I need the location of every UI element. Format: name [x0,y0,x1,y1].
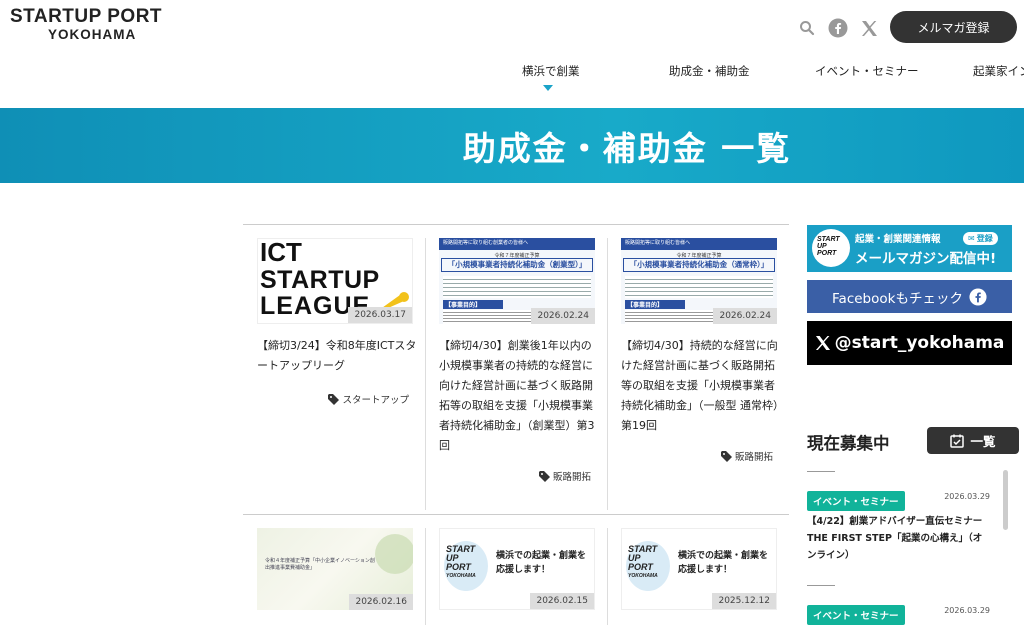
thumb-header: 販路開拓等に取り組む創業者の皆様へ [443,240,529,246]
x-banner-label: @start_yokohama [834,333,1005,353]
logo-line: PORT [817,250,837,257]
thumb-body: 【事業目的】 [443,300,503,309]
mail-icon: ✉ [968,234,975,243]
card-tag-label: スタートアップ [342,395,409,406]
card-title[interactable]: 【締切3/24】令和8年度ICTスタートアップリーグ [257,336,417,376]
card-title[interactable]: 【締切4/30】創業後1年以内の小規模事業者の持続的な経営に向けた経営計画に基づ… [439,336,599,456]
event-date: 2026.03.29 [944,492,990,501]
x-banner[interactable]: @start_yokohama [807,321,1012,365]
tag-icon [720,450,732,462]
main-nav: 横浜で創業 助成金・補助金 イベント・セミナー 起業家イン [0,63,1024,83]
page-title: 助成金・補助金 一覧 [462,128,792,168]
divider [807,585,835,586]
logo-line: UP [817,243,827,250]
card-thumbnail[interactable]: START UP PORT YOKOHAMA 横浜での起業・創業を応援します！ … [439,528,595,610]
card-tag-label: 販路開拓 [734,452,773,463]
register-badge: ✉ 登録 [963,232,998,245]
thumb-text: 横浜での起業・創業を応援します！ [678,551,769,575]
card-tag[interactable]: スタートアップ [328,392,409,406]
logo-line: START [817,236,840,243]
thumb-header: 販路開拓等に取り組む皆様へ [625,240,691,246]
nav-item-startup-yokohama[interactable]: 横浜で創業 [522,63,580,79]
grant-card[interactable]: 販路開拓等に取り組む創業者の皆様へ 令和７年度補正予算 「小規模事業者持続化補助… [425,224,607,514]
card-thumbnail[interactable]: 令和４年度補正予算「中小企業イノベーション創出推進事業費補助金」 2026.02… [257,528,413,610]
facebook-banner-label: Facebookもチェック [832,290,963,307]
newsletter-signup-button[interactable]: メルマガ登録 [890,11,1017,43]
banner-line-1: 起業・創業関連情報 [855,234,941,245]
search-icon[interactable] [796,17,818,39]
grant-card[interactable]: START UP PORT YOKOHAMA 横浜での起業・創業を応援します！ … [425,514,607,625]
card-title[interactable]: 【締切4/30】持続的な経営に向けた経営計画に基づく販路開拓等の取組を支援「小規… [621,336,781,436]
view-all-label: 一覧 [970,434,996,449]
thumb-title: 「小規模事業者持続化補助金（創業型）」 [441,258,593,272]
event-category-badge[interactable]: イベント・セミナー [807,491,905,511]
startup-port-logo: START UP PORT [812,229,850,267]
x-icon[interactable] [858,17,880,39]
event-date: 2026.03.29 [944,606,990,615]
thumb-line: ICT [260,238,302,267]
tag-icon [538,470,550,482]
sidebar: START UP PORT 起業・創業関連情報 メールマガジン配信中! ✉ 登録… [807,225,1019,625]
sidebar-scrollbar[interactable] [1003,470,1008,530]
facebook-banner[interactable]: Facebookもチェック [807,280,1012,313]
site-logo[interactable]: STARTUP PORT YOKOHAMA [10,6,170,42]
view-all-button[interactable]: 一覧 [927,427,1019,454]
logo-line: PORT [628,562,653,572]
card-thumbnail[interactable]: START UP PORT YOKOHAMA 横浜での起業・創業を応援します！ … [621,528,777,610]
header-icons [796,17,880,39]
facebook-icon [969,287,987,306]
card-thumbnail[interactable]: 販路開拓等に取り組む創業者の皆様へ 令和７年度補正予算 「小規模事業者持続化補助… [439,238,595,324]
logo-sub-text: YOKOHAMA [48,27,137,42]
card-tag-label: 販路開拓 [552,472,591,483]
newsletter-banner[interactable]: START UP PORT 起業・創業関連情報 メールマガジン配信中! ✉ 登録 [807,225,1012,272]
card-date: 2026.02.24 [713,308,777,324]
card-thumbnail[interactable]: ICT STARTUP LEAGUE 2026.03.17 [257,238,413,324]
x-icon [815,335,830,351]
nav-item-entrepreneur-interview[interactable]: 起業家イン [973,63,1024,79]
grant-list: ICT STARTUP LEAGUE 2026.03.17 【締切3/24】令和… [243,224,789,625]
logo-line: YOKOHAMA [446,573,476,579]
grant-card[interactable]: 販路開拓等に取り組む皆様へ 令和７年度補正予算 「小規模事業者持続化補助金（通常… [607,224,789,514]
card-tag[interactable]: 販路開拓 [538,469,591,483]
recruiting-heading: 現在募集中 [807,434,890,453]
card-date: 2026.02.24 [531,308,595,324]
thumb-title: 「小規模事業者持続化補助金（通常枠）」 [623,258,775,272]
calendar-icon [950,434,965,448]
card-tag[interactable]: 販路開拓 [720,449,773,463]
nav-item-grants[interactable]: 助成金・補助金 [669,63,750,79]
logo-main-text: STARTUP PORT [10,6,163,27]
site-header: STARTUP PORT YOKOHAMA メルマガ登録 横浜で創業 助成金・補… [0,0,1024,108]
thumb-text: 令和４年度補正予算「中小企業イノベーション創出推進事業費補助金」 [265,558,375,571]
page-hero: 助成金・補助金 一覧 [0,108,1024,183]
register-badge-label: 登録 [976,234,993,243]
card-date: 2025.12.12 [712,593,776,609]
logo-line: YOKOHAMA [628,573,658,579]
thumb-text: 横浜での起業・創業を応援します！ [496,551,587,575]
event-title[interactable]: 【4/22】創業アドバイザー直伝セミナー THE FIRST STEP「起業の心… [807,513,987,564]
nav-active-indicator [543,85,553,91]
logo-line: PORT [446,562,471,572]
card-date: 2026.02.16 [349,594,413,610]
divider [807,471,835,472]
thumb-body: 【事業目的】 [625,300,685,309]
grant-card[interactable]: START UP PORT YOKOHAMA 横浜での起業・創業を応援します！ … [607,514,789,625]
tag-icon [328,393,340,405]
banner-line-2: メールマガジン配信中! [855,251,997,267]
facebook-icon[interactable] [827,17,849,39]
event-category-badge[interactable]: イベント・セミナー [807,605,905,625]
grant-card[interactable]: 令和４年度補正予算「中小企業イノベーション創出推進事業費補助金」 2026.02… [243,514,425,625]
card-date: 2026.03.17 [348,307,412,323]
card-date: 2026.02.15 [530,593,594,609]
nav-item-events[interactable]: イベント・セミナー [815,63,919,79]
thumb-line: STARTUP [260,266,380,294]
card-thumbnail[interactable]: 販路開拓等に取り組む皆様へ 令和７年度補正予算 「小規模事業者持続化補助金（通常… [621,238,777,324]
grant-card[interactable]: ICT STARTUP LEAGUE 2026.03.17 【締切3/24】令和… [243,224,425,514]
